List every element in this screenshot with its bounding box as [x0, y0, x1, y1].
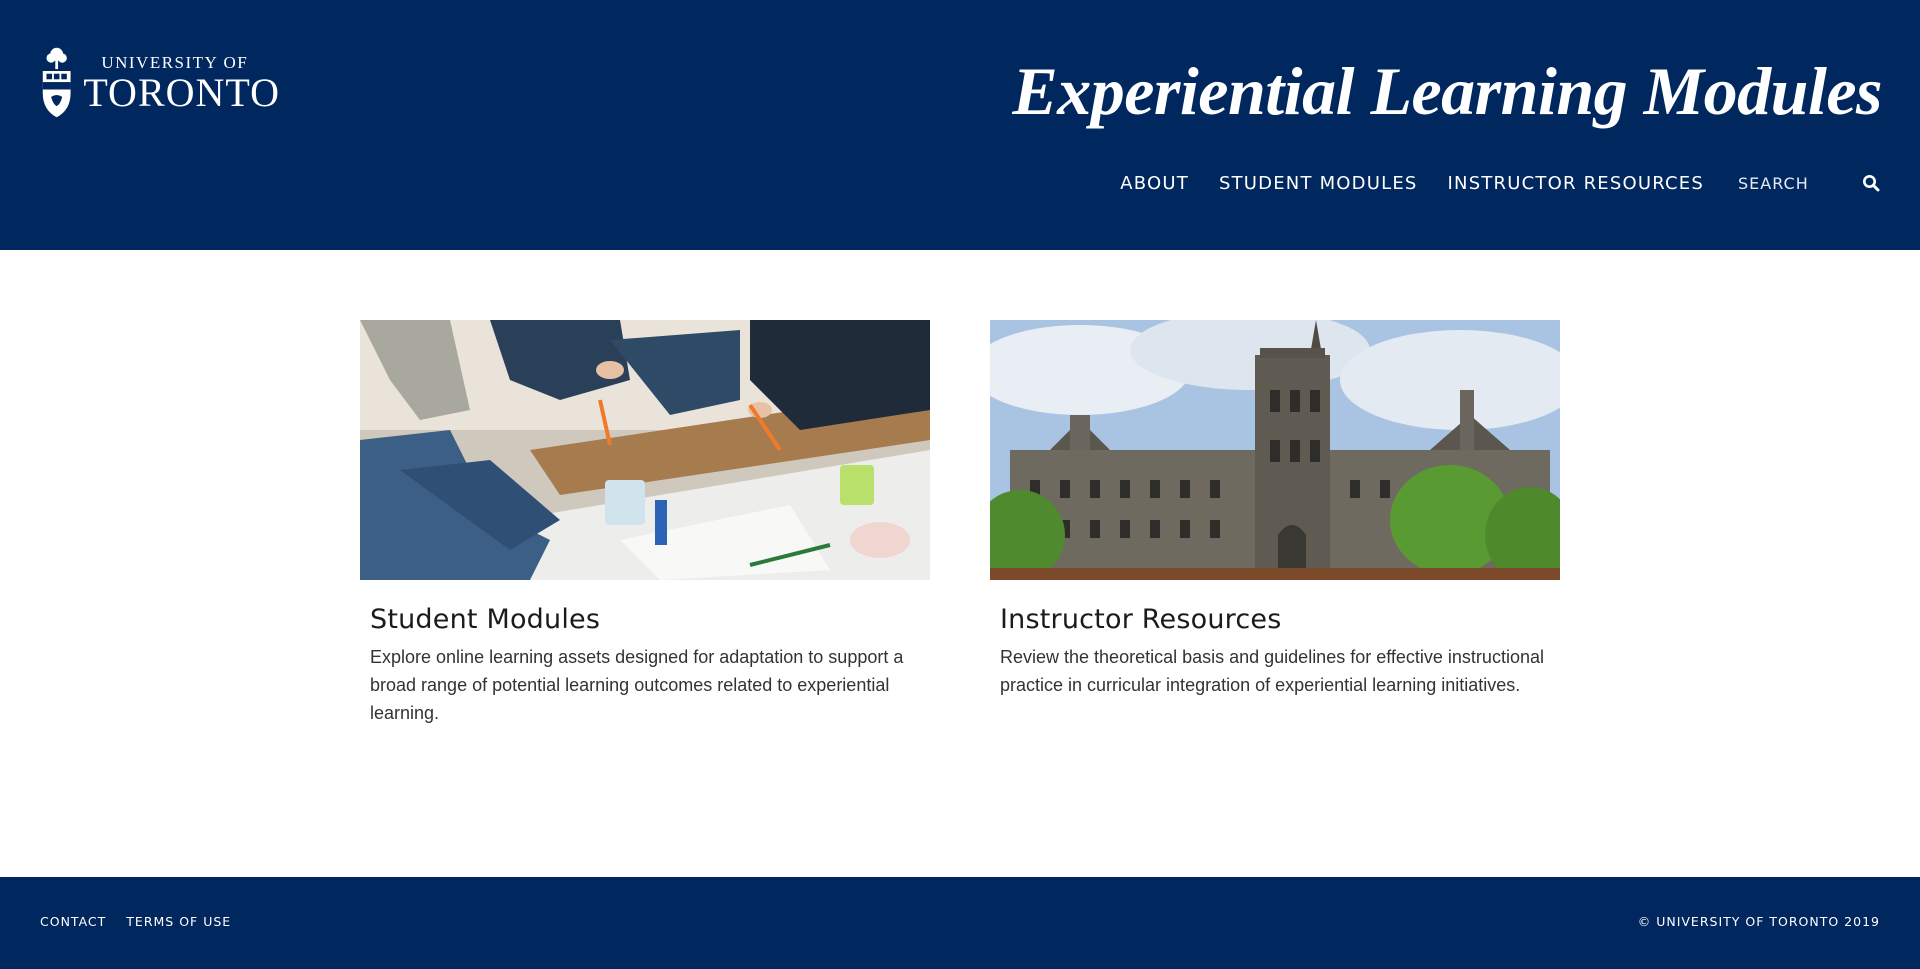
footer-links: CONTACT TERMS OF USE	[40, 914, 251, 929]
university-wordmark: UNIVERSITY OF TORONTO	[83, 54, 280, 113]
card-description: Review the theoretical basis and guideli…	[1000, 647, 1544, 695]
nav-item-instructor-resources[interactable]: INSTRUCTOR RESOURCES	[1448, 173, 1704, 194]
main-navigation: ABOUT STUDENT MODULES INSTRUCTOR RESOURC…	[1090, 170, 1882, 196]
logo-line-university-of: UNIVERSITY OF	[101, 52, 249, 72]
card-title[interactable]: Instructor Resources	[1000, 604, 1560, 635]
copyright-notice: © UNIVERSITY OF TORONTO 2019	[1637, 914, 1880, 929]
search-bar	[1738, 172, 1882, 194]
footer-link-terms-of-use[interactable]: TERMS OF USE	[126, 914, 231, 929]
university-crest-icon	[42, 47, 71, 118]
logo-line-toronto: TORONTO	[83, 69, 280, 115]
site-header: UNIVERSITY OF TORONTO Experiential Learn…	[0, 0, 1920, 250]
nav-item-student-modules[interactable]: STUDENT MODULES	[1219, 173, 1418, 194]
module-cards: Student Modules Explore online learning …	[360, 320, 1560, 740]
search-icon	[1863, 175, 1880, 192]
card-description: Explore online learning assets designed …	[370, 647, 904, 723]
card-instructor-resources[interactable]: Instructor Resources Review the theoreti…	[990, 320, 1560, 740]
card-title[interactable]: Student Modules	[370, 604, 930, 635]
search-input[interactable]	[1738, 173, 1848, 193]
search-button[interactable]	[1860, 172, 1882, 194]
students-collaborating-photo[interactable]	[360, 320, 930, 580]
university-college-building-photo[interactable]	[990, 320, 1560, 580]
nav-item-about[interactable]: ABOUT	[1120, 173, 1189, 194]
site-title[interactable]: Experiential Learning Modules	[1012, 52, 1882, 131]
footer-link-contact[interactable]: CONTACT	[40, 914, 106, 929]
site-footer: CONTACT TERMS OF USE © UNIVERSITY OF TOR…	[0, 877, 1920, 969]
card-student-modules[interactable]: Student Modules Explore online learning …	[360, 320, 930, 740]
university-logo[interactable]: UNIVERSITY OF TORONTO	[40, 42, 280, 124]
